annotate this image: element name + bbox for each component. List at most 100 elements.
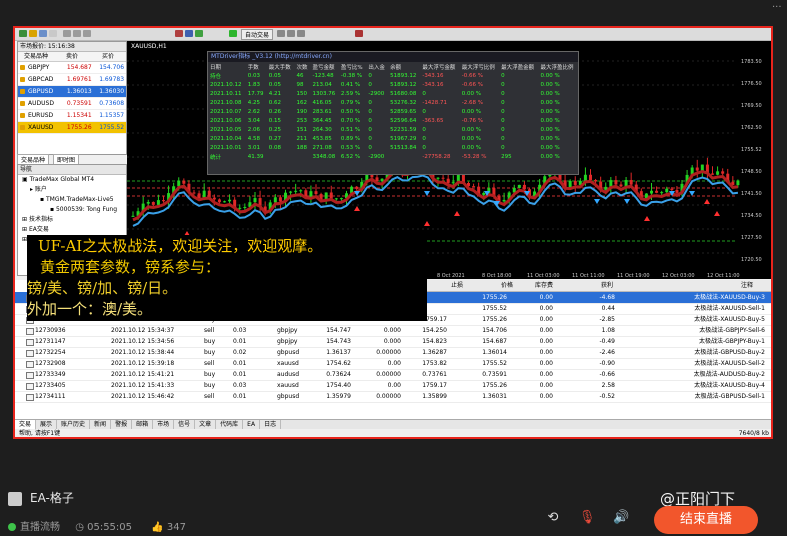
market-row-audusd[interactable]: AUDUSD 0.73591 0.73608 [18, 98, 126, 110]
market-row-gbpusd[interactable]: GBPUSD 1.36013 1.36030 [18, 86, 126, 98]
order-sl: 0.00000 [376, 393, 401, 400]
indicator-cell: 51680.08 [390, 90, 417, 97]
navigator-item-terminal[interactable]: ▣ TradeMax Global MT4 [18, 175, 126, 185]
indicator-cell: 2021.10.12 [210, 81, 242, 88]
new-order-icon[interactable] [19, 30, 27, 37]
time-axis-label: 11 Oct 19:00 [617, 273, 650, 279]
indicator-row: 持仓 0.03 0.05 46 -123.48 -0.38 % 0 51893.12 -343.… [208, 71, 578, 80]
candle-body [192, 192, 196, 194]
market-row-xauusd[interactable]: XAUUSD 1755.26 1755.52 [18, 122, 126, 134]
speaker-icon[interactable]: 🔊 [611, 510, 631, 525]
tile-icon[interactable] [297, 30, 305, 37]
zoom-in-icon[interactable] [277, 30, 285, 37]
open-folder-icon[interactable] [29, 30, 37, 37]
chart-line-icon[interactable] [195, 30, 203, 37]
top-right-dots[interactable]: ··· [772, 2, 782, 13]
candle-body [594, 179, 598, 182]
indicator-cell: 98 [296, 81, 304, 88]
order-swap: 0.00 [539, 338, 553, 345]
market-row-gbpjpy[interactable]: GBPJPY 154.687 154.706 [18, 62, 126, 74]
close-chart-icon[interactable] [355, 30, 363, 37]
bid-price: 1.15341 [66, 112, 92, 119]
candle-body [695, 167, 699, 171]
streamer-name: EA-格子 [30, 491, 74, 505]
candle-body [299, 190, 303, 192]
order-type: sell [204, 393, 215, 400]
candle-body [583, 174, 587, 181]
end-live-button[interactable]: 结束直播 [654, 506, 758, 534]
indicator-cell: 0 [501, 72, 505, 79]
order-time: 2021.10.12 15:38:44 [111, 349, 175, 356]
navigator-item-experts[interactable]: ⊞ EA交易 [18, 225, 126, 235]
indicator-cell: 253 [296, 117, 307, 124]
navigator-item-accounts[interactable]: ▸ 账户 [18, 185, 126, 195]
candle-body [446, 178, 450, 184]
indicator-cell: -53.28 % [461, 153, 487, 160]
order-row[interactable]: 12734111 2021.10.12 15:46:42 sell 0.01 gbpus… [15, 391, 771, 403]
navigator-item-account[interactable]: ▪ 5000539: Tong Fung [18, 205, 126, 215]
order-swap: 0.00 [539, 371, 553, 378]
candle-body [162, 200, 165, 202]
stream-duration: 05:55:05 [87, 522, 133, 533]
candle-body [700, 164, 704, 171]
indicator-column: 次数 [296, 64, 308, 71]
camera-switch-icon[interactable]: ⟲ [543, 510, 563, 525]
price-axis-label: 1720.50 [741, 257, 762, 263]
indicator-cell: -2900 [368, 90, 385, 97]
column-bid: 卖价 [65, 53, 78, 60]
order-comment: 太极战法-GBPUSD-Buy-2 [694, 349, 765, 356]
candle-body [472, 186, 476, 188]
candle-body [711, 173, 714, 175]
time-axis-label: 8 Oct 18:00 [482, 273, 511, 279]
order-open: 0.73624 [326, 371, 351, 378]
indicator-cell [388, 152, 420, 161]
indicator-cell: 0 [368, 144, 372, 151]
order-symbol: gbpusd [277, 393, 300, 400]
order-price: 1.36014 [482, 349, 507, 356]
navigator-item-indicators[interactable]: ⊞ 技术指标 [18, 215, 126, 225]
candle-body [716, 171, 720, 175]
price-axis-label: 1741.50 [741, 191, 762, 197]
indicator-cell: 0 [501, 108, 505, 115]
mic-muted-icon[interactable]: 🎙 [577, 510, 597, 525]
candle-body [441, 177, 445, 179]
order-price: 1755.26 [482, 316, 507, 323]
indicator-table: 日期 手数 最大手数 次数 盈亏金额 盈亏比% 出入金 余额 最大浮亏金额 最大浮亏比例 最大浮盈金… [208, 62, 578, 161]
save-icon[interactable] [39, 30, 47, 37]
autotrade-button[interactable]: 自动交易 [241, 29, 274, 40]
candle-body [573, 180, 577, 185]
order-comment: 太极战法-GBPJPY-Sell-6 [699, 327, 765, 334]
autotrade-icon[interactable] [229, 30, 237, 37]
indicator-column: 手数 [247, 64, 259, 71]
sell-arrow-icon [644, 216, 650, 221]
order-symbol: audusd [277, 371, 300, 378]
ask-price: 1.15357 [99, 112, 125, 119]
indicator-row: 2021.10.11 17.79 4.21 150 1303.76 2.59 % -2900… [208, 89, 578, 98]
terminal-icon[interactable] [73, 30, 81, 37]
tester-icon[interactable] [83, 30, 91, 37]
market-row-eurusd[interactable]: EURUSD 1.15341 1.15357 [18, 110, 126, 122]
streamer-avatar-icon [8, 491, 22, 506]
navigator-item-server[interactable]: ▪ TMGM.TradeMax-Live5 [18, 195, 126, 205]
market-row-gbpcad[interactable]: GBPCAD 1.69761 1.69783 [18, 74, 126, 86]
indicator-cell: 0.00 % [540, 153, 560, 160]
indicator-cell: 0.00 % [540, 81, 560, 88]
print-icon[interactable] [49, 30, 57, 37]
bid-price: 1755.26 [66, 124, 92, 131]
like-icon: 👍 [151, 522, 167, 533]
chart-title: XAUUSD,H1 [131, 43, 167, 50]
order-open: 154.743 [326, 338, 351, 345]
column-symbol: 交易品种 [23, 53, 48, 60]
order-tp: 1759.17 [422, 382, 447, 389]
chart-candles-icon[interactable] [185, 30, 193, 37]
order-volume: 0.01 [233, 371, 247, 378]
zoom-out-icon[interactable] [287, 30, 295, 37]
candle-body [207, 190, 211, 198]
indicator-cell: 0.79 % [340, 99, 361, 106]
indicator-cell: 3.04 [247, 117, 261, 124]
navigator-icon[interactable] [63, 30, 71, 37]
indicator-row: 2021.10.04 4.58 0.27 211 453.85 0.89 % 0 51967.… [208, 134, 578, 143]
chart-bars-icon[interactable] [175, 30, 183, 37]
indicator-cell: 0 [501, 117, 505, 124]
indicator-cell: -2900 [368, 153, 385, 160]
